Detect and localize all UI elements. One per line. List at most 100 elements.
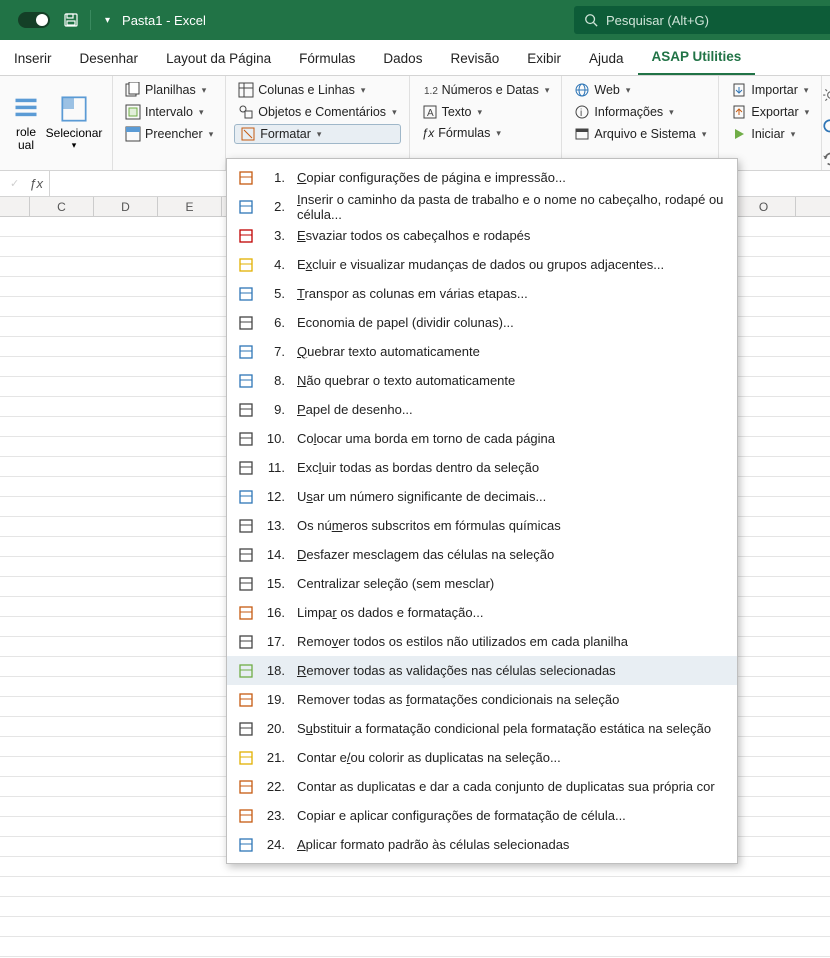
menu-item-18[interactable]: 18.Remover todas as validações nas célul… bbox=[227, 656, 737, 685]
menu-item-20[interactable]: 20.Substituir a formatação condicional p… bbox=[227, 714, 737, 743]
controle-visual-button[interactable]: roleual bbox=[8, 80, 44, 166]
menu-icon bbox=[237, 836, 255, 854]
menu-icon bbox=[237, 401, 255, 419]
menu-item-22[interactable]: 22.Contar as duplicatas e dar a cada con… bbox=[227, 772, 737, 801]
arquivo-sistema-menu[interactable]: Arquivo e Sistema▾ bbox=[570, 124, 710, 144]
menu-item-17[interactable]: 17.Remover todos os estilos não utilizad… bbox=[227, 627, 737, 656]
menu-icon bbox=[237, 749, 255, 767]
search-placeholder: Pesquisar (Alt+G) bbox=[606, 13, 709, 28]
fx-label: ƒx bbox=[0, 171, 50, 196]
svg-text:1.2: 1.2 bbox=[424, 86, 438, 97]
col-e[interactable]: E bbox=[158, 197, 222, 216]
menu-item-21[interactable]: 21.Contar e/ou colorir as duplicatas na … bbox=[227, 743, 737, 772]
menu-item-15[interactable]: 15.Centralizar seleção (sem mesclar) bbox=[227, 569, 737, 598]
tab-inserir[interactable]: Inserir bbox=[0, 42, 66, 75]
iniciar-menu[interactable]: Iniciar▾ bbox=[727, 124, 813, 144]
numbers-icon: 1.2 bbox=[422, 82, 438, 98]
web-menu[interactable]: Web▾ bbox=[570, 80, 710, 100]
menu-item-19[interactable]: 19.Remover todas as formatações condicio… bbox=[227, 685, 737, 714]
col-c[interactable]: C bbox=[30, 197, 94, 216]
menu-icon bbox=[237, 459, 255, 477]
menu-icon bbox=[237, 227, 255, 245]
ribbon-tabs: Inserir Desenhar Layout da Página Fórmul… bbox=[0, 40, 830, 76]
col-o[interactable]: O bbox=[732, 197, 796, 216]
fx-icon: ƒx bbox=[422, 126, 435, 140]
columns-rows-icon bbox=[238, 82, 254, 98]
search-icon[interactable] bbox=[822, 118, 830, 136]
menu-icon bbox=[237, 198, 255, 216]
tab-desenhar[interactable]: Desenhar bbox=[66, 42, 153, 75]
play-icon bbox=[731, 126, 747, 142]
numeros-datas-menu[interactable]: 1.2 Números e Datas▾ bbox=[418, 80, 554, 100]
qa-customize-icon[interactable]: ▾ bbox=[105, 15, 110, 26]
menu-item-14[interactable]: 14.Desfazer mesclagem das células na sel… bbox=[227, 540, 737, 569]
sheets-icon bbox=[125, 82, 141, 98]
menu-icon bbox=[237, 807, 255, 825]
menu-icon bbox=[237, 343, 255, 361]
refresh-icon[interactable] bbox=[822, 150, 830, 168]
menu-icon bbox=[237, 778, 255, 796]
informacoes-menu[interactable]: i Informações▾ bbox=[570, 102, 710, 122]
range-icon bbox=[125, 104, 141, 120]
col-d[interactable]: D bbox=[94, 197, 158, 216]
tab-dados[interactable]: Dados bbox=[369, 42, 436, 75]
menu-item-8[interactable]: 8.Não quebrar o texto automaticamente bbox=[227, 366, 737, 395]
search-icon bbox=[584, 13, 598, 27]
text-icon: A bbox=[422, 104, 438, 120]
formatar-menu[interactable]: Formatar▾ bbox=[234, 124, 400, 144]
menu-item-16[interactable]: 16.Limpar os dados e formatação... bbox=[227, 598, 737, 627]
menu-item-13[interactable]: 13.Os números subscritos em fórmulas quí… bbox=[227, 511, 737, 540]
tab-layout[interactable]: Layout da Página bbox=[152, 42, 285, 75]
objects-icon bbox=[238, 104, 254, 120]
format-icon bbox=[240, 126, 256, 142]
selecionar-button[interactable]: Selecionar ▾ bbox=[44, 80, 104, 166]
save-icon[interactable] bbox=[60, 12, 82, 28]
menu-icon bbox=[237, 662, 255, 680]
ribbon: roleual Selecionar ▾ Planilhas▾ Interval… bbox=[0, 76, 830, 171]
formulas-menu[interactable]: ƒx Fórmulas▾ bbox=[418, 124, 554, 142]
menu-item-10[interactable]: 10.Colocar uma borda em torno de cada pá… bbox=[227, 424, 737, 453]
info-icon: i bbox=[574, 104, 590, 120]
menu-icon bbox=[237, 285, 255, 303]
menu-icon bbox=[237, 517, 255, 535]
tab-revisao[interactable]: Revisão bbox=[436, 42, 513, 75]
gear-icon[interactable] bbox=[822, 86, 830, 104]
tab-exibir[interactable]: Exibir bbox=[513, 42, 575, 75]
menu-icon bbox=[237, 546, 255, 564]
texto-menu[interactable]: A Texto▾ bbox=[418, 102, 554, 122]
exportar-menu[interactable]: Exportar▾ bbox=[727, 102, 813, 122]
intervalo-menu[interactable]: Intervalo▾ bbox=[121, 102, 217, 122]
fill-icon bbox=[125, 126, 141, 142]
tab-asap[interactable]: ASAP Utilities bbox=[638, 40, 756, 75]
search-box[interactable]: Pesquisar (Alt+G) bbox=[574, 6, 830, 34]
import-icon bbox=[731, 82, 747, 98]
menu-item-12[interactable]: 12.Usar um número significante de decima… bbox=[227, 482, 737, 511]
window-title: Pasta1 - Excel bbox=[122, 13, 206, 28]
preencher-menu[interactable]: Preencher▾ bbox=[121, 124, 217, 144]
menu-item-7[interactable]: 7.Quebrar texto automaticamente bbox=[227, 337, 737, 366]
menu-item-11[interactable]: 11.Excluir todas as bordas dentro da sel… bbox=[227, 453, 737, 482]
menu-icon bbox=[237, 575, 255, 593]
importar-menu[interactable]: Importar▾ bbox=[727, 80, 813, 100]
list-icon bbox=[12, 94, 40, 122]
menu-item-1[interactable]: 1.Copiar configurações de página e impre… bbox=[227, 163, 737, 192]
menu-item-3[interactable]: 3.Esvaziar todos os cabeçalhos e rodapés bbox=[227, 221, 737, 250]
tab-ajuda[interactable]: Ajuda bbox=[575, 42, 638, 75]
menu-item-5[interactable]: 5.Transpor as colunas em várias etapas..… bbox=[227, 279, 737, 308]
menu-item-24[interactable]: 24.Aplicar formato padrão às células sel… bbox=[227, 830, 737, 859]
menu-item-6[interactable]: 6.Economia de papel (dividir colunas)... bbox=[227, 308, 737, 337]
colunas-linhas-menu[interactable]: Colunas e Linhas▾ bbox=[234, 80, 400, 100]
autosave-toggle[interactable] bbox=[18, 12, 50, 28]
export-icon bbox=[731, 104, 747, 120]
menu-item-2[interactable]: 2.Inserir o caminho da pasta de trabalho… bbox=[227, 192, 737, 221]
menu-item-23[interactable]: 23.Copiar e aplicar configurações de for… bbox=[227, 801, 737, 830]
objetos-comentarios-menu[interactable]: Objetos e Comentários▾ bbox=[234, 102, 400, 122]
menu-item-4[interactable]: 4.Excluir e visualizar mudanças de dados… bbox=[227, 250, 737, 279]
planilhas-menu[interactable]: Planilhas▾ bbox=[121, 80, 217, 100]
menu-icon bbox=[237, 256, 255, 274]
tab-formulas[interactable]: Fórmulas bbox=[285, 42, 369, 75]
menu-icon bbox=[237, 604, 255, 622]
file-system-icon bbox=[574, 126, 590, 142]
menu-icon bbox=[237, 372, 255, 390]
menu-item-9[interactable]: 9.Papel de desenho... bbox=[227, 395, 737, 424]
